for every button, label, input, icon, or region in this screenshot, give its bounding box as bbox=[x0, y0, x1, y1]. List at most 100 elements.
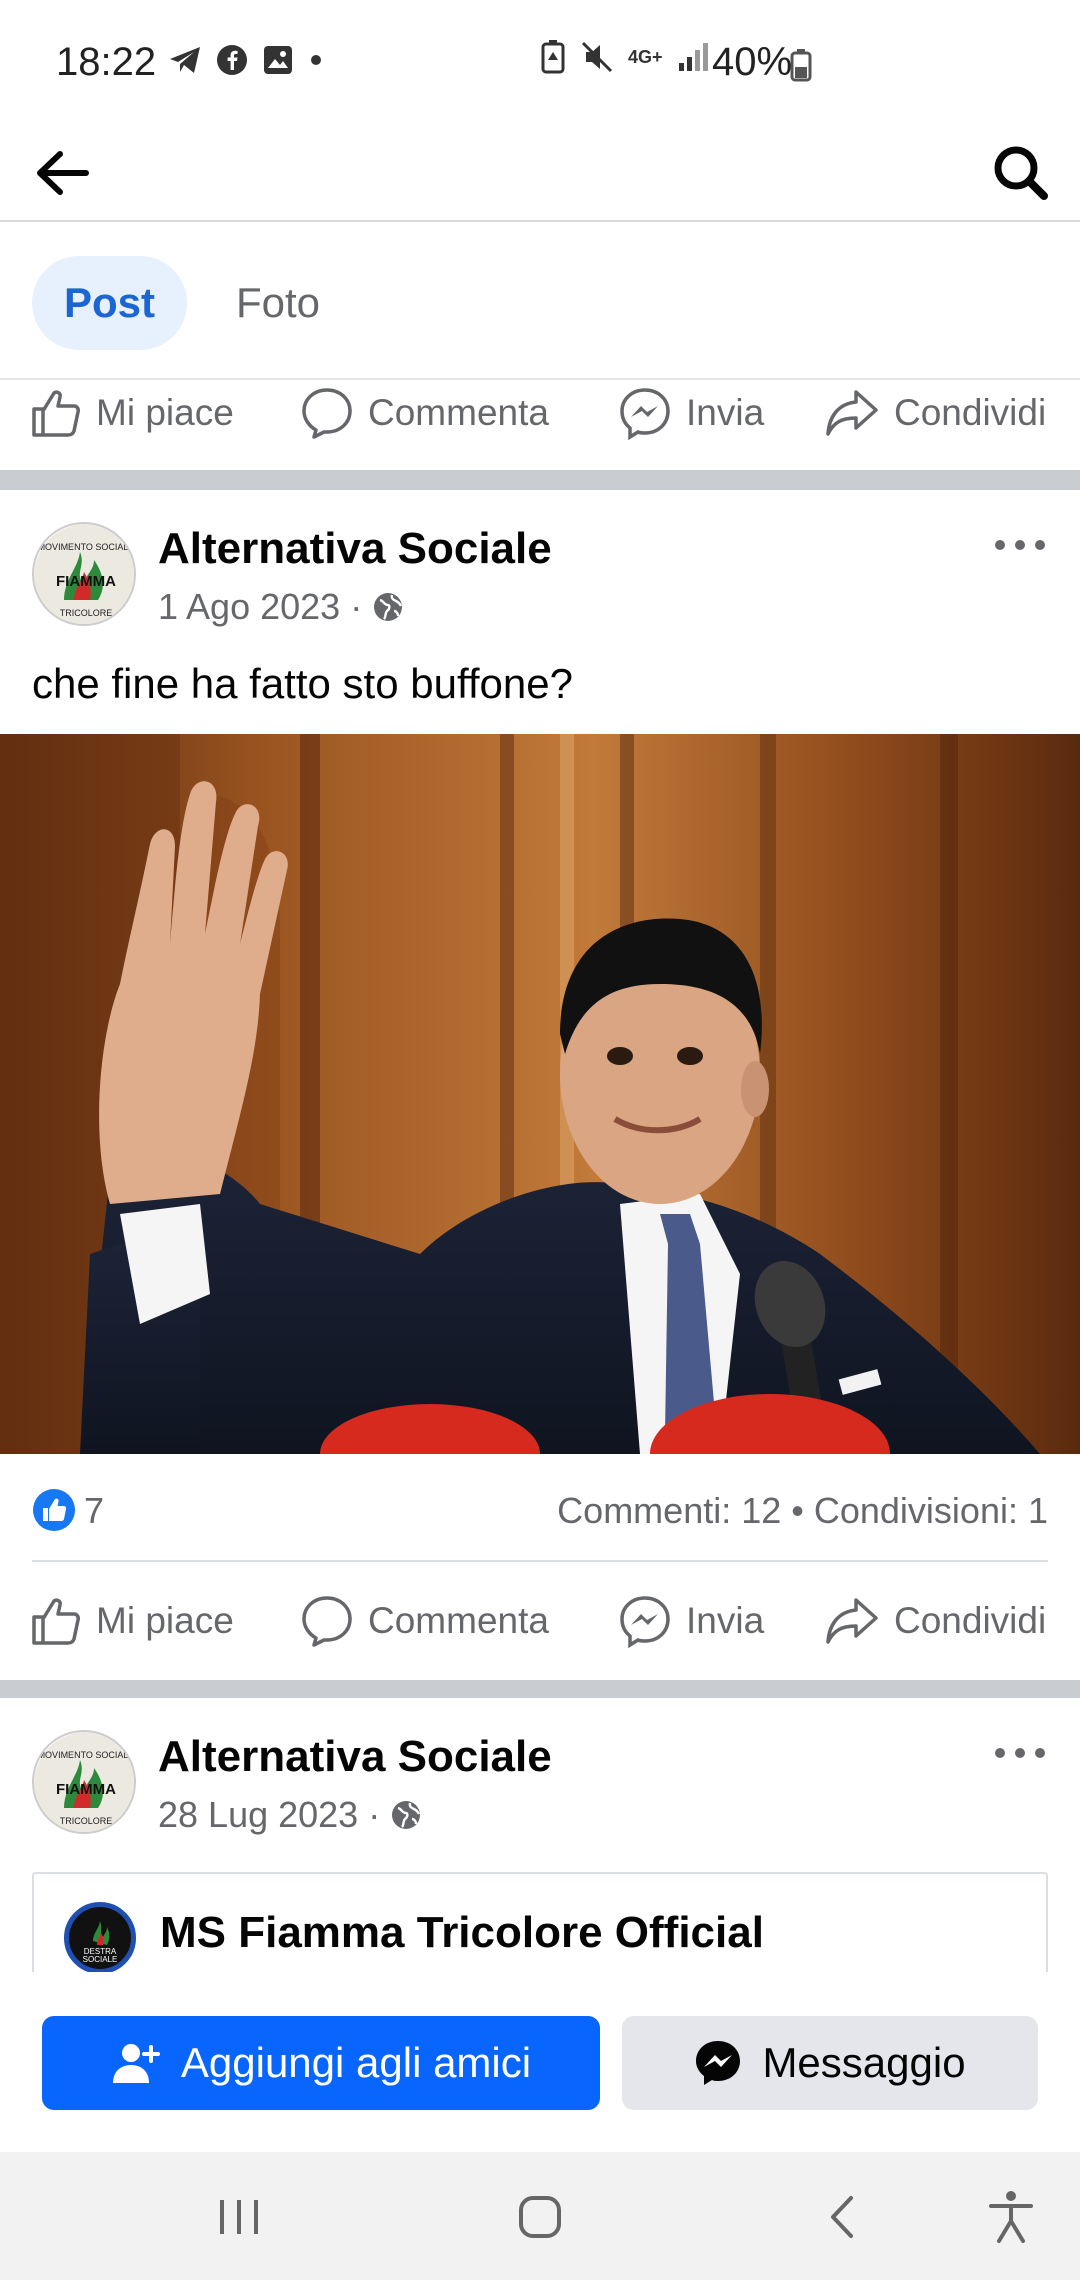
battery-icon bbox=[790, 49, 812, 82]
svg-text:SOCIALE: SOCIALE bbox=[83, 1955, 118, 1964]
post-separator bbox=[0, 1680, 1080, 1698]
post-action-bar: Mi piace Commenta Invia Condividi bbox=[0, 1576, 1080, 1666]
accessibility-button[interactable] bbox=[976, 2182, 1046, 2252]
more-options-icon[interactable] bbox=[990, 1738, 1050, 1768]
share-label: Condividi bbox=[894, 1600, 1047, 1641]
comment-button[interactable]: Commenta bbox=[300, 368, 549, 458]
reactions-row: 7 Commenti: 12 • Condivisioni: 1 bbox=[0, 1468, 1080, 1560]
messenger-icon bbox=[620, 1596, 670, 1648]
tab-post[interactable]: Post bbox=[32, 256, 188, 350]
app-header bbox=[0, 130, 1080, 222]
meta-separator: · bbox=[368, 1794, 381, 1835]
telegram-icon bbox=[170, 47, 200, 73]
post-date[interactable]: 28 Lug 2023 bbox=[158, 1794, 358, 1836]
network-type: 4G+ bbox=[628, 46, 663, 67]
system-icons: 4G+ bbox=[540, 40, 711, 74]
home-button[interactable] bbox=[505, 2182, 575, 2252]
post-text: che fine ha fatto sto buffone? bbox=[32, 660, 573, 707]
comment-label: Commenta bbox=[368, 392, 549, 433]
back-nav-button[interactable] bbox=[808, 2182, 878, 2252]
share-icon bbox=[826, 1598, 878, 1644]
thumbs-up-icon bbox=[32, 1598, 80, 1645]
chevron-left-icon bbox=[831, 2196, 853, 2238]
like-button[interactable]: Mi piace bbox=[30, 1576, 234, 1666]
tab-foto[interactable]: Foto bbox=[204, 256, 352, 350]
comment-button[interactable]: Commenta bbox=[300, 1576, 549, 1666]
destra-sociale-logo-icon: DESTRA SOCIALE bbox=[83, 1921, 118, 1964]
dot-icon bbox=[311, 55, 321, 65]
status-time: 18:22 bbox=[56, 40, 157, 84]
post-author[interactable]: Alternativa Sociale bbox=[158, 524, 552, 574]
search-button[interactable] bbox=[986, 138, 1056, 208]
post-meta: 28 Lug 2023 · bbox=[158, 1794, 422, 1836]
recents-button[interactable] bbox=[204, 2182, 274, 2252]
photo-image bbox=[0, 734, 1080, 1454]
more-options-icon[interactable] bbox=[990, 530, 1050, 560]
shared-page-avatar[interactable]: DESTRA SOCIALE bbox=[64, 1902, 136, 1972]
like-label: Mi piace bbox=[96, 1600, 234, 1641]
battery-saver-icon bbox=[541, 40, 565, 74]
globe-icon bbox=[374, 593, 403, 621]
send-label: Invia bbox=[686, 1600, 765, 1641]
svg-text:MOVIMENTO SOCIALE: MOVIMENTO SOCIALE bbox=[38, 1750, 135, 1760]
profile-actions-bar: Aggiungi agli amici Messaggio bbox=[0, 1972, 1080, 2152]
comment-icon bbox=[302, 388, 352, 439]
author-avatar[interactable]: MOVIMENTO SOCIALE FIAMMA TRICOLORE bbox=[32, 522, 136, 626]
system-nav-bar bbox=[0, 2152, 1080, 2280]
like-button[interactable]: Mi piace bbox=[30, 368, 234, 458]
like-label: Mi piace bbox=[96, 392, 234, 433]
facebook-icon bbox=[217, 45, 247, 75]
svg-text:TRICOLORE: TRICOLORE bbox=[60, 1816, 113, 1826]
add-friend-button[interactable]: Aggiungi agli amici bbox=[42, 2016, 600, 2110]
shared-post-card[interactable]: DESTRA SOCIALE MS Fiamma Tricolore Offic… bbox=[32, 1872, 1048, 1972]
mute-icon bbox=[581, 41, 613, 73]
notification-icons bbox=[168, 44, 324, 76]
post-meta: 1 Ago 2023 · bbox=[158, 586, 404, 628]
send-button[interactable]: Invia bbox=[618, 368, 764, 458]
send-button[interactable]: Invia bbox=[618, 1576, 764, 1666]
post-photo[interactable] bbox=[0, 734, 1080, 1454]
post-action-bar: Mi piace Commenta Invia Condividi bbox=[0, 368, 1080, 458]
add-friend-label: Aggiungi agli amici bbox=[180, 2039, 532, 2086]
arrow-left-icon bbox=[37, 151, 89, 195]
comment-label: Commenta bbox=[368, 1600, 549, 1641]
svg-text:FIAMMA: FIAMMA bbox=[56, 1781, 116, 1798]
signal-icon bbox=[678, 43, 708, 71]
message-label: Messaggio bbox=[762, 2039, 966, 2086]
messenger-icon bbox=[620, 388, 670, 440]
like-count[interactable]: 7 bbox=[84, 1490, 104, 1532]
recents-icon bbox=[220, 2200, 258, 2234]
meta-separator: · bbox=[350, 586, 363, 627]
back-button[interactable] bbox=[28, 138, 98, 208]
author-avatar[interactable]: MOVIMENTO SOCIALE FIAMMA TRICOLORE bbox=[32, 1730, 136, 1834]
divider bbox=[32, 1560, 1048, 1562]
message-button[interactable]: Messaggio bbox=[622, 2016, 1038, 2110]
shared-page-title[interactable]: MS Fiamma Tricolore Official bbox=[160, 1908, 764, 1958]
share-icon bbox=[826, 390, 878, 436]
share-button[interactable]: Condividi bbox=[824, 1576, 1046, 1666]
share-button[interactable]: Condividi bbox=[824, 368, 1046, 458]
search-icon bbox=[994, 146, 1048, 200]
accessibility-icon bbox=[989, 2191, 1033, 2243]
comment-icon bbox=[302, 1596, 352, 1647]
post-author[interactable]: Alternativa Sociale bbox=[158, 1732, 552, 1782]
profile-tabs: Post Foto bbox=[0, 224, 1080, 380]
gallery-icon bbox=[264, 46, 292, 74]
globe-icon bbox=[392, 1801, 421, 1829]
fiamma-logo-icon: MOVIMENTO SOCIALE FIAMMA TRICOLORE bbox=[34, 1732, 135, 1832]
thumbs-up-icon bbox=[32, 390, 80, 437]
svg-text:MOVIMENTO SOCIALE: MOVIMENTO SOCIALE bbox=[38, 542, 135, 552]
svg-text:FIAMMA: FIAMMA bbox=[56, 573, 116, 590]
add-friend-icon bbox=[112, 2044, 160, 2083]
svg-text:TRICOLORE: TRICOLORE bbox=[60, 608, 113, 618]
battery-percent: 40% bbox=[712, 40, 793, 84]
status-bar: 18:22 4G+ 40% bbox=[0, 0, 1080, 130]
share-label: Condividi bbox=[894, 392, 1047, 433]
fiamma-logo-icon: MOVIMENTO SOCIALE FIAMMA TRICOLORE bbox=[34, 524, 135, 624]
like-reaction-icon[interactable] bbox=[32, 1488, 76, 1532]
post-date[interactable]: 1 Ago 2023 bbox=[158, 586, 340, 628]
post-stats[interactable]: Commenti: 12 • Condivisioni: 1 bbox=[557, 1490, 1048, 1532]
home-icon bbox=[519, 2196, 561, 2238]
send-label: Invia bbox=[686, 392, 765, 433]
post-separator bbox=[0, 470, 1080, 490]
